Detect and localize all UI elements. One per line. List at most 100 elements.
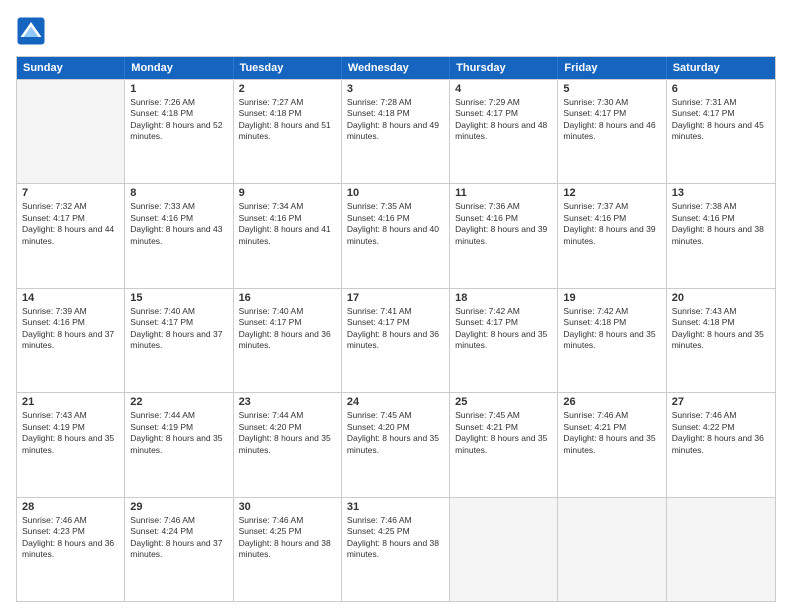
calendar-cell (667, 498, 775, 601)
weekday-header-monday: Monday (125, 57, 233, 79)
calendar-cell: 11 Sunrise: 7:36 AMSunset: 4:16 PMDayligh… (450, 184, 558, 287)
cell-info: Sunrise: 7:46 AMSunset: 4:21 PMDaylight:… (563, 410, 660, 456)
day-number: 30 (239, 501, 336, 513)
calendar-page: SundayMondayTuesdayWednesdayThursdayFrid… (0, 0, 792, 612)
day-number: 12 (563, 187, 660, 199)
day-number: 6 (672, 83, 770, 95)
day-number: 2 (239, 83, 336, 95)
day-number: 29 (130, 501, 227, 513)
cell-info: Sunrise: 7:37 AMSunset: 4:16 PMDaylight:… (563, 201, 660, 247)
calendar-cell (450, 498, 558, 601)
cell-info: Sunrise: 7:45 AMSunset: 4:20 PMDaylight:… (347, 410, 444, 456)
day-number: 9 (239, 187, 336, 199)
calendar-cell (558, 498, 666, 601)
calendar-cell: 8 Sunrise: 7:33 AMSunset: 4:16 PMDaylight… (125, 184, 233, 287)
calendar-cell (17, 80, 125, 183)
logo-icon (16, 16, 46, 46)
calendar-body: 1 Sunrise: 7:26 AMSunset: 4:18 PMDaylight… (17, 79, 775, 601)
calendar-cell: 30Sunrise: 7:46 AMSunset: 4:25 PMDayligh… (234, 498, 342, 601)
weekday-header-thursday: Thursday (450, 57, 558, 79)
calendar-cell: 31 Sunrise: 7:46 AMSunset: 4:25 PMDayligh… (342, 498, 450, 601)
cell-info: Sunrise: 7:29 AMSunset: 4:17 PMDaylight:… (455, 97, 552, 143)
day-number: 23 (239, 396, 336, 408)
calendar-cell: 18Sunrise: 7:42 AMSunset: 4:17 PMDayligh… (450, 289, 558, 392)
calendar-row-2: 14 Sunrise: 7:39 AMSunset: 4:16 PMDayligh… (17, 288, 775, 392)
calendar-cell: 24 Sunrise: 7:45 AMSunset: 4:20 PMDayligh… (342, 393, 450, 496)
calendar-cell: 6Sunrise: 7:31 AMSunset: 4:17 PMDaylight… (667, 80, 775, 183)
day-number: 8 (130, 187, 227, 199)
cell-info: Sunrise: 7:35 AMSunset: 4:16 PMDaylight:… (347, 201, 444, 247)
day-number: 17 (347, 292, 444, 304)
calendar-cell: 5Sunrise: 7:30 AMSunset: 4:17 PMDaylight… (558, 80, 666, 183)
calendar-cell: 28Sunrise: 7:46 AMSunset: 4:23 PMDayligh… (17, 498, 125, 601)
day-number: 31 (347, 501, 444, 513)
calendar-cell: 21 Sunrise: 7:43 AMSunset: 4:19 PMDayligh… (17, 393, 125, 496)
calendar-cell: 13Sunrise: 7:38 AMSunset: 4:16 PMDayligh… (667, 184, 775, 287)
day-number: 19 (563, 292, 660, 304)
calendar-cell: 29 Sunrise: 7:46 AMSunset: 4:24 PMDayligh… (125, 498, 233, 601)
calendar-cell: 26 Sunrise: 7:46 AMSunset: 4:21 PMDayligh… (558, 393, 666, 496)
calendar-row-1: 7Sunrise: 7:32 AMSunset: 4:17 PMDaylight… (17, 183, 775, 287)
day-number: 26 (563, 396, 660, 408)
cell-info: Sunrise: 7:45 AMSunset: 4:21 PMDaylight:… (455, 410, 552, 456)
calendar-cell: 17Sunrise: 7:41 AMSunset: 4:17 PMDayligh… (342, 289, 450, 392)
day-number: 7 (22, 187, 119, 199)
day-number: 14 (22, 292, 119, 304)
cell-info: Sunrise: 7:33 AMSunset: 4:16 PMDaylight:… (130, 201, 227, 247)
day-number: 24 (347, 396, 444, 408)
cell-info: Sunrise: 7:44 AMSunset: 4:19 PMDaylight:… (130, 410, 227, 456)
calendar-cell: 4 Sunrise: 7:29 AMSunset: 4:17 PMDaylight… (450, 80, 558, 183)
cell-info: Sunrise: 7:28 AMSunset: 4:18 PMDaylight:… (347, 97, 444, 143)
calendar-cell: 12 Sunrise: 7:37 AMSunset: 4:16 PMDayligh… (558, 184, 666, 287)
cell-info: Sunrise: 7:38 AMSunset: 4:16 PMDaylight:… (672, 201, 770, 247)
calendar-cell: 2Sunrise: 7:27 AMSunset: 4:18 PMDaylight… (234, 80, 342, 183)
weekday-header-sunday: Sunday (17, 57, 125, 79)
day-number: 25 (455, 396, 552, 408)
cell-info: Sunrise: 7:39 AMSunset: 4:16 PMDaylight:… (22, 306, 119, 352)
day-number: 21 (22, 396, 119, 408)
calendar-cell: 27 Sunrise: 7:46 AMSunset: 4:22 PMDayligh… (667, 393, 775, 496)
calendar-row-4: 28Sunrise: 7:46 AMSunset: 4:23 PMDayligh… (17, 497, 775, 601)
cell-info: Sunrise: 7:40 AMSunset: 4:17 PMDaylight:… (130, 306, 227, 352)
cell-info: Sunrise: 7:34 AMSunset: 4:16 PMDaylight:… (239, 201, 336, 247)
day-number: 1 (130, 83, 227, 95)
logo (16, 16, 50, 46)
cell-info: Sunrise: 7:46 AMSunset: 4:25 PMDaylight:… (347, 515, 444, 561)
calendar-cell: 3Sunrise: 7:28 AMSunset: 4:18 PMDaylight… (342, 80, 450, 183)
calendar-header-row: SundayMondayTuesdayWednesdayThursdayFrid… (17, 57, 775, 79)
cell-info: Sunrise: 7:42 AMSunset: 4:18 PMDaylight:… (563, 306, 660, 352)
day-number: 11 (455, 187, 552, 199)
calendar-cell: 1 Sunrise: 7:26 AMSunset: 4:18 PMDaylight… (125, 80, 233, 183)
calendar-cell: 14 Sunrise: 7:39 AMSunset: 4:16 PMDayligh… (17, 289, 125, 392)
day-number: 16 (239, 292, 336, 304)
cell-info: Sunrise: 7:43 AMSunset: 4:19 PMDaylight:… (22, 410, 119, 456)
header (16, 16, 776, 46)
calendar: SundayMondayTuesdayWednesdayThursdayFrid… (16, 56, 776, 602)
day-number: 20 (672, 292, 770, 304)
weekday-header-friday: Friday (558, 57, 666, 79)
day-number: 10 (347, 187, 444, 199)
calendar-cell: 25 Sunrise: 7:45 AMSunset: 4:21 PMDayligh… (450, 393, 558, 496)
calendar-cell: 9 Sunrise: 7:34 AMSunset: 4:16 PMDaylight… (234, 184, 342, 287)
cell-info: Sunrise: 7:26 AMSunset: 4:18 PMDaylight:… (130, 97, 227, 143)
cell-info: Sunrise: 7:46 AMSunset: 4:23 PMDaylight:… (22, 515, 119, 561)
calendar-cell: 23 Sunrise: 7:44 AMSunset: 4:20 PMDayligh… (234, 393, 342, 496)
day-number: 22 (130, 396, 227, 408)
day-number: 15 (130, 292, 227, 304)
day-number: 27 (672, 396, 770, 408)
cell-info: Sunrise: 7:36 AMSunset: 4:16 PMDaylight:… (455, 201, 552, 247)
calendar-cell: 19 Sunrise: 7:42 AMSunset: 4:18 PMDayligh… (558, 289, 666, 392)
calendar-row-3: 21 Sunrise: 7:43 AMSunset: 4:19 PMDayligh… (17, 392, 775, 496)
calendar-cell: 7Sunrise: 7:32 AMSunset: 4:17 PMDaylight… (17, 184, 125, 287)
calendar-cell: 10 Sunrise: 7:35 AMSunset: 4:16 PMDayligh… (342, 184, 450, 287)
cell-info: Sunrise: 7:44 AMSunset: 4:20 PMDaylight:… (239, 410, 336, 456)
cell-info: Sunrise: 7:46 AMSunset: 4:22 PMDaylight:… (672, 410, 770, 456)
cell-info: Sunrise: 7:40 AMSunset: 4:17 PMDaylight:… (239, 306, 336, 352)
day-number: 4 (455, 83, 552, 95)
weekday-header-tuesday: Tuesday (234, 57, 342, 79)
calendar-cell: 22 Sunrise: 7:44 AMSunset: 4:19 PMDayligh… (125, 393, 233, 496)
cell-info: Sunrise: 7:43 AMSunset: 4:18 PMDaylight:… (672, 306, 770, 352)
day-number: 5 (563, 83, 660, 95)
cell-info: Sunrise: 7:46 AMSunset: 4:24 PMDaylight:… (130, 515, 227, 561)
cell-info: Sunrise: 7:42 AMSunset: 4:17 PMDaylight:… (455, 306, 552, 352)
